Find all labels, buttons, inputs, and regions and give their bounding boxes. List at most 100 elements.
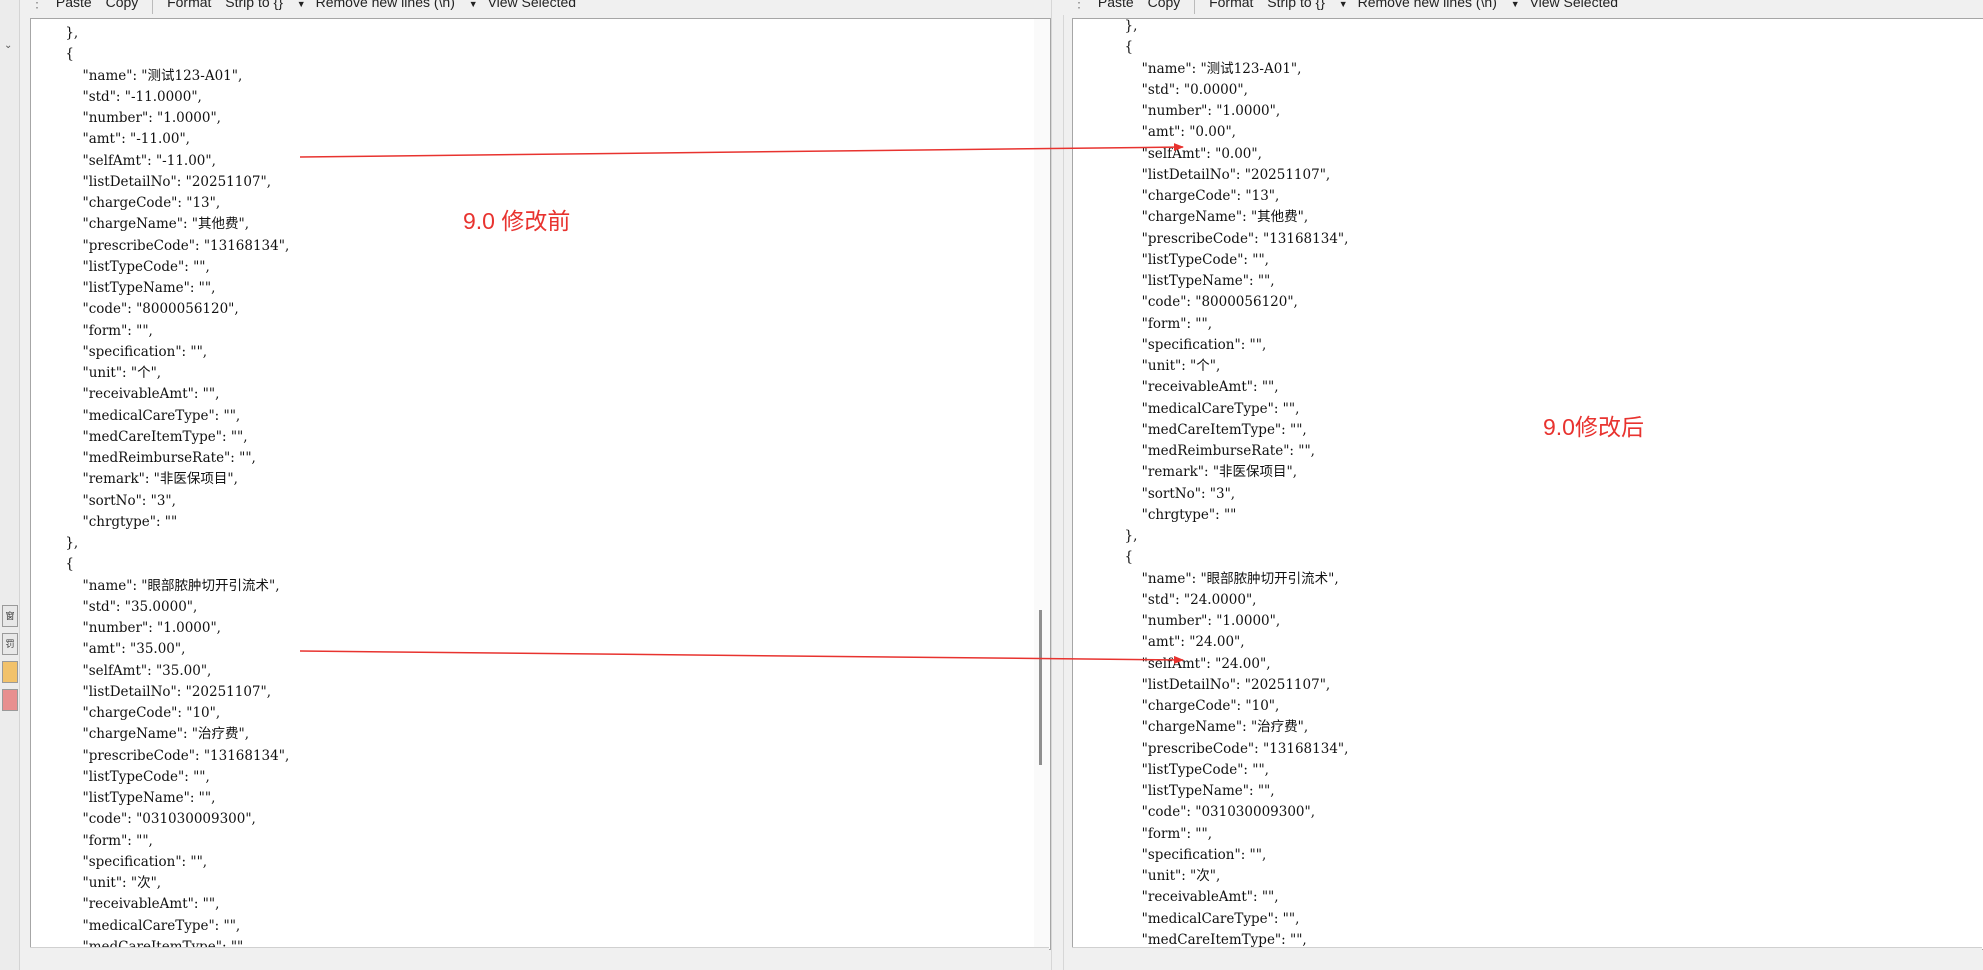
code-line: }, bbox=[1073, 528, 1138, 544]
dropdown-arrow-icon[interactable]: ▼ bbox=[297, 0, 306, 9]
side-tab-1[interactable]: 窗 bbox=[2, 605, 18, 627]
code-line: "unit": "个", bbox=[1073, 358, 1221, 374]
code-line: "medicalCareType": "", bbox=[31, 917, 241, 934]
code-line: "listTypeCode": "", bbox=[31, 768, 210, 785]
dropdown-arrow-icon[interactable]: ▼ bbox=[1511, 0, 1520, 9]
code-line: "listTypeCode": "", bbox=[31, 258, 210, 275]
code-line: "chargeName": "其他费", bbox=[1073, 209, 1309, 226]
format-button[interactable]: Format bbox=[1209, 0, 1253, 9]
code-line: "sortNo": "3", bbox=[31, 492, 176, 509]
toolbar-grip-icon[interactable]: ⋮ bbox=[30, 0, 44, 9]
code-line: "code": "8000056120", bbox=[1073, 294, 1298, 311]
side-tab-2[interactable]: 罚 bbox=[2, 633, 18, 655]
code-line: "std": "24.0000", bbox=[1073, 591, 1257, 608]
code-line: "name": "测试123-A01", bbox=[1073, 60, 1302, 77]
toolbar-separator bbox=[152, 0, 154, 14]
side-tab-label: 窗 bbox=[5, 611, 15, 621]
code-line: { bbox=[1073, 39, 1134, 56]
json-editor[interactable]: }, { "name": "测试123-A01", "std": "0.0000… bbox=[1072, 18, 1983, 950]
dropdown-arrow-icon[interactable]: ▼ bbox=[469, 0, 478, 9]
code-line: "std": "35.0000", bbox=[31, 598, 198, 615]
toolbar-separator bbox=[1194, 0, 1196, 14]
code-line: }, bbox=[1073, 18, 1138, 34]
paste-button[interactable]: Paste bbox=[56, 0, 92, 9]
copy-button[interactable]: Copy bbox=[1148, 0, 1181, 9]
code-line: "form": "", bbox=[31, 322, 153, 339]
code-line: "listTypeName": "", bbox=[31, 790, 216, 806]
code-line: "prescribeCode": "13168134", bbox=[31, 747, 290, 764]
code-line: { bbox=[31, 46, 74, 63]
code-line: "number": "1.0000", bbox=[31, 620, 221, 636]
paste-button[interactable]: Paste bbox=[1098, 0, 1134, 9]
code-line: "remark": "非医保项目", bbox=[31, 471, 238, 488]
toolbar: ⋮ Paste Copy Format Strip to {} ▼ Remove… bbox=[20, 0, 1050, 15]
copy-button[interactable]: Copy bbox=[106, 0, 139, 9]
code-line: { bbox=[1073, 549, 1134, 566]
code-line: "std": "-11.0000", bbox=[31, 88, 202, 105]
strip-button[interactable]: Strip to {} bbox=[1267, 0, 1325, 9]
side-tab-label: 罚 bbox=[5, 639, 15, 649]
right-json-pane: ⋮ Paste Copy Format Strip to {} ▼ Remove… bbox=[1062, 0, 1983, 970]
code-line: "chargeName": "其他费", bbox=[31, 216, 250, 233]
scrollbar-thumb[interactable] bbox=[1039, 610, 1042, 765]
code-line: "form": "", bbox=[1073, 315, 1213, 332]
code-line: "selfAmt": "0.00", bbox=[1073, 145, 1262, 162]
side-tab-3[interactable] bbox=[2, 661, 18, 683]
code-line: "receivableAmt": "", bbox=[1073, 889, 1279, 906]
code-text: }, { "name": "测试123-A01", "std": "-11.00… bbox=[31, 23, 290, 949]
code-line: "amt": "-11.00", bbox=[31, 131, 190, 148]
code-line: "name": "眼部脓肿切开引流术", bbox=[1073, 570, 1339, 587]
horizontal-scrollbar[interactable] bbox=[1072, 947, 1982, 970]
code-line: "prescribeCode": "13168134", bbox=[1073, 740, 1349, 757]
code-line: "listDetailNo": "20251107", bbox=[1073, 166, 1331, 183]
code-line: "chargeCode": "10", bbox=[31, 705, 221, 721]
view-selected-button[interactable]: View Selected bbox=[1530, 0, 1618, 9]
code-line: "std": "0.0000", bbox=[1073, 81, 1248, 98]
code-line: "form": "", bbox=[1073, 825, 1213, 842]
code-line: "name": "眼部脓肿切开引流术", bbox=[31, 577, 280, 594]
left-json-pane: ⋮ Paste Copy Format Strip to {} ▼ Remove… bbox=[20, 0, 1051, 970]
code-line: "listDetailNo": "20251107", bbox=[31, 683, 272, 700]
code-line: { bbox=[31, 556, 74, 573]
code-line: "amt": "24.00", bbox=[1073, 634, 1245, 651]
annotation-after: 9.0修改后 bbox=[1543, 414, 1644, 440]
toolbar: ⋮ Paste Copy Format Strip to {} ▼ Remove… bbox=[1062, 0, 1983, 15]
code-line: "unit": "次", bbox=[1073, 868, 1221, 884]
code-line: "number": "1.0000", bbox=[1073, 103, 1281, 119]
code-line: "amt": "35.00", bbox=[31, 641, 186, 658]
code-line: "code": "8000056120", bbox=[31, 301, 239, 318]
code-line: "listDetailNo": "20251107", bbox=[1073, 676, 1331, 693]
code-line: "chrgtype": "" bbox=[31, 513, 178, 530]
chevron-down-icon[interactable]: ⌄ bbox=[4, 40, 12, 51]
code-line: "selfAmt": "35.00", bbox=[31, 662, 212, 679]
code-line: "selfAmt": "-11.00", bbox=[31, 152, 216, 169]
code-line: "listDetailNo": "20251107", bbox=[31, 173, 272, 190]
code-line: "specification": "", bbox=[1073, 846, 1267, 863]
code-line: "number": "1.0000", bbox=[1073, 613, 1281, 629]
side-tab-4[interactable] bbox=[2, 689, 18, 711]
code-line: "receivableAmt": "", bbox=[31, 896, 220, 913]
json-editor[interactable]: }, { "name": "测试123-A01", "std": "-11.00… bbox=[30, 18, 1051, 950]
horizontal-scrollbar[interactable] bbox=[30, 947, 1049, 970]
code-line: "listTypeName": "", bbox=[1073, 783, 1275, 799]
remove-newlines-button[interactable]: Remove new lines (\n) bbox=[316, 0, 455, 9]
format-button[interactable]: Format bbox=[167, 0, 211, 9]
code-line: "code": "031030009300", bbox=[1073, 804, 1316, 821]
code-line: }, bbox=[31, 535, 79, 551]
code-line: "number": "1.0000", bbox=[31, 110, 221, 126]
code-line: "code": "031030009300", bbox=[31, 811, 256, 828]
code-line: "receivableAmt": "", bbox=[31, 386, 220, 403]
code-text: }, { "name": "测试123-A01", "std": "0.0000… bbox=[1073, 18, 1349, 949]
code-line: }, bbox=[31, 25, 79, 41]
code-line: "specification": "", bbox=[31, 343, 208, 360]
code-line: "chargeName": "治疗费", bbox=[31, 726, 250, 743]
dropdown-arrow-icon[interactable]: ▼ bbox=[1339, 0, 1348, 9]
code-line: "form": "", bbox=[31, 832, 153, 849]
vertical-scrollbar[interactable] bbox=[1034, 19, 1050, 949]
toolbar-grip-icon[interactable]: ⋮ bbox=[1072, 0, 1086, 9]
code-line: "chargeName": "治疗费", bbox=[1073, 719, 1309, 736]
strip-button[interactable]: Strip to {} bbox=[225, 0, 283, 9]
remove-newlines-button[interactable]: Remove new lines (\n) bbox=[1358, 0, 1497, 9]
view-selected-button[interactable]: View Selected bbox=[488, 0, 576, 9]
code-line: "medicalCareType": "", bbox=[31, 407, 241, 424]
